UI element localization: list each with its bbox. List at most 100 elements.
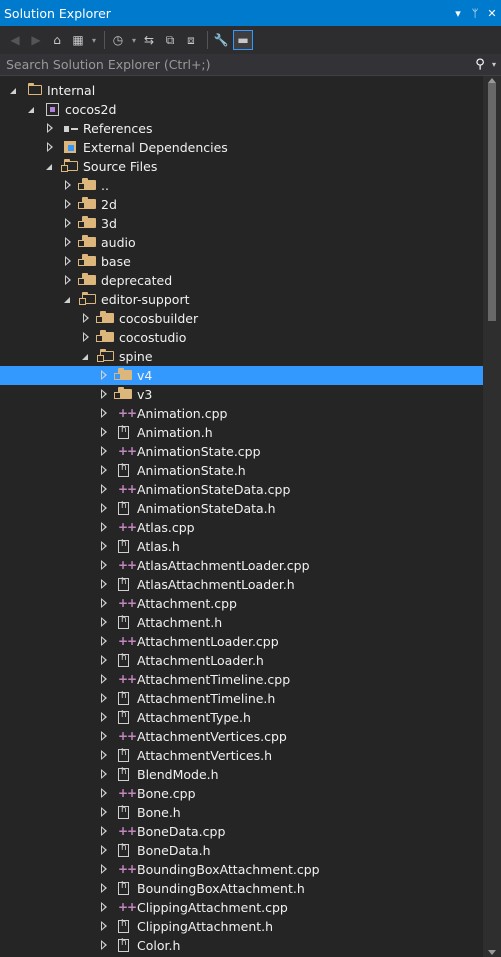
tree-row[interactable]: ++ AnimationStateData.cpp [0,480,483,499]
vertical-scrollbar[interactable] [483,76,501,957]
collapsed-arrow-icon[interactable] [101,560,107,570]
show-all-files-icon[interactable]: ⧈ [182,30,200,50]
chevron-down-icon[interactable]: ▾ [130,30,138,50]
solution-tree[interactable]: Internal cocos2d References External Depend… [0,76,483,957]
tree-row[interactable]: ++ Attachment.cpp [0,594,483,613]
tree-row[interactable]: ++ AttachmentTimeline.cpp [0,670,483,689]
tree-row[interactable]: spine [0,347,483,366]
tree-row[interactable]: Atlas.h [0,537,483,556]
search-bar[interactable]: Search Solution Explorer (Ctrl+;) ⚲ ▾ [0,54,501,76]
collapsed-arrow-icon[interactable] [47,142,53,152]
search-options-dropdown-icon[interactable]: ▾ [487,60,501,69]
tree-row[interactable]: .. [0,176,483,195]
tree-row[interactable]: AtlasAttachmentLoader.h [0,575,483,594]
tree-row[interactable]: ++ BoneData.cpp [0,822,483,841]
expanded-arrow-icon[interactable] [28,107,34,113]
tree-row[interactable]: Source Files [0,157,483,176]
collapsed-arrow-icon[interactable] [101,370,107,380]
tree-row[interactable]: Attachment.h [0,613,483,632]
tree-row[interactable]: ++ ClippingAttachment.cpp [0,898,483,917]
scrollbar-thumb[interactable] [488,83,496,321]
collapsed-arrow-icon[interactable] [101,693,107,703]
pin-icon[interactable]: ᛘ [467,7,483,20]
tree-row[interactable]: cocosbuilder [0,309,483,328]
back-icon[interactable]: ◀ [6,30,24,50]
collapsed-arrow-icon[interactable] [101,446,107,456]
sync-with-document-icon[interactable]: ⇆ [140,30,158,50]
collapsed-arrow-icon[interactable] [101,598,107,608]
collapsed-arrow-icon[interactable] [101,408,107,418]
collapsed-arrow-icon[interactable] [65,180,71,190]
tree-row[interactable]: External Dependencies [0,138,483,157]
tree-row[interactable]: BoneData.h [0,841,483,860]
expanded-arrow-icon[interactable] [82,354,88,360]
properties-wrench-icon[interactable]: 🔧 [212,30,230,50]
tree-row[interactable]: References [0,119,483,138]
window-menu-dropdown-icon[interactable]: ▾ [450,7,466,20]
forward-icon[interactable]: ▶ [27,30,45,50]
tree-row[interactable]: cocostudio [0,328,483,347]
collapsed-arrow-icon[interactable] [101,465,107,475]
tree-row[interactable]: Animation.h [0,423,483,442]
tree-row[interactable]: v3 [0,385,483,404]
tree-row[interactable]: audio [0,233,483,252]
collapsed-arrow-icon[interactable] [101,503,107,513]
tree-row[interactable]: cocos2d [0,100,483,119]
tree-row[interactable]: editor-support [0,290,483,309]
tree-row[interactable]: ++ AttachmentLoader.cpp [0,632,483,651]
collapsed-arrow-icon[interactable] [101,902,107,912]
collapsed-arrow-icon[interactable] [101,788,107,798]
tree-row[interactable]: BlendMode.h [0,765,483,784]
tree-row[interactable]: ++ AtlasAttachmentLoader.cpp [0,556,483,575]
tree-row[interactable]: Bone.h [0,803,483,822]
tree-row[interactable]: BoundingBoxAttachment.h [0,879,483,898]
tree-row[interactable]: base [0,252,483,271]
collapse-all-icon[interactable]: ⧉ [161,30,179,50]
collapsed-arrow-icon[interactable] [101,712,107,722]
tree-row[interactable]: deprecated [0,271,483,290]
collapsed-arrow-icon[interactable] [83,313,89,323]
expanded-arrow-icon[interactable] [46,164,52,170]
tree-row[interactable]: ++ Bone.cpp [0,784,483,803]
collapsed-arrow-icon[interactable] [101,826,107,836]
collapsed-arrow-icon[interactable] [101,807,107,817]
close-icon[interactable]: ✕ [484,7,500,20]
collapsed-arrow-icon[interactable] [101,769,107,779]
tree-row[interactable]: AttachmentVertices.h [0,746,483,765]
tree-row[interactable]: Internal [0,81,483,100]
tree-row[interactable]: ClippingAttachment.h [0,917,483,936]
tree-row[interactable]: AnimationState.h [0,461,483,480]
collapsed-arrow-icon[interactable] [101,674,107,684]
tree-row[interactable]: ++ Atlas.cpp [0,518,483,537]
tree-row[interactable]: AnimationStateData.h [0,499,483,518]
collapsed-arrow-icon[interactable] [101,864,107,874]
collapsed-arrow-icon[interactable] [101,940,107,950]
tree-row[interactable]: ++ AttachmentVertices.cpp [0,727,483,746]
collapsed-arrow-icon[interactable] [101,541,107,551]
collapsed-arrow-icon[interactable] [101,921,107,931]
collapsed-arrow-icon[interactable] [65,199,71,209]
collapsed-arrow-icon[interactable] [101,883,107,893]
tree-row[interactable]: ++ BoundingBoxAttachment.cpp [0,860,483,879]
search-input[interactable]: Search Solution Explorer (Ctrl+;) [0,57,473,72]
tree-row[interactable]: ++ Animation.cpp [0,404,483,423]
switch-views-icon[interactable]: ▦ [69,30,87,50]
collapsed-arrow-icon[interactable] [65,237,71,247]
collapsed-arrow-icon[interactable] [101,484,107,494]
collapsed-arrow-icon[interactable] [101,636,107,646]
collapsed-arrow-icon[interactable] [101,655,107,665]
collapsed-arrow-icon[interactable] [65,256,71,266]
pending-changes-filter-icon[interactable]: ◷ [109,30,127,50]
tree-row[interactable]: ++ AnimationState.cpp [0,442,483,461]
collapsed-arrow-icon[interactable] [65,275,71,285]
tree-row[interactable]: AttachmentTimeline.h [0,689,483,708]
home-icon[interactable]: ⌂ [48,30,66,50]
tree-row[interactable]: 2d [0,195,483,214]
collapsed-arrow-icon[interactable] [47,123,53,133]
chevron-down-icon[interactable]: ▾ [90,30,98,50]
tree-row[interactable]: Color.h [0,936,483,955]
expanded-arrow-icon[interactable] [10,88,16,94]
collapsed-arrow-icon[interactable] [83,332,89,342]
collapsed-arrow-icon[interactable] [65,218,71,228]
collapsed-arrow-icon[interactable] [101,750,107,760]
